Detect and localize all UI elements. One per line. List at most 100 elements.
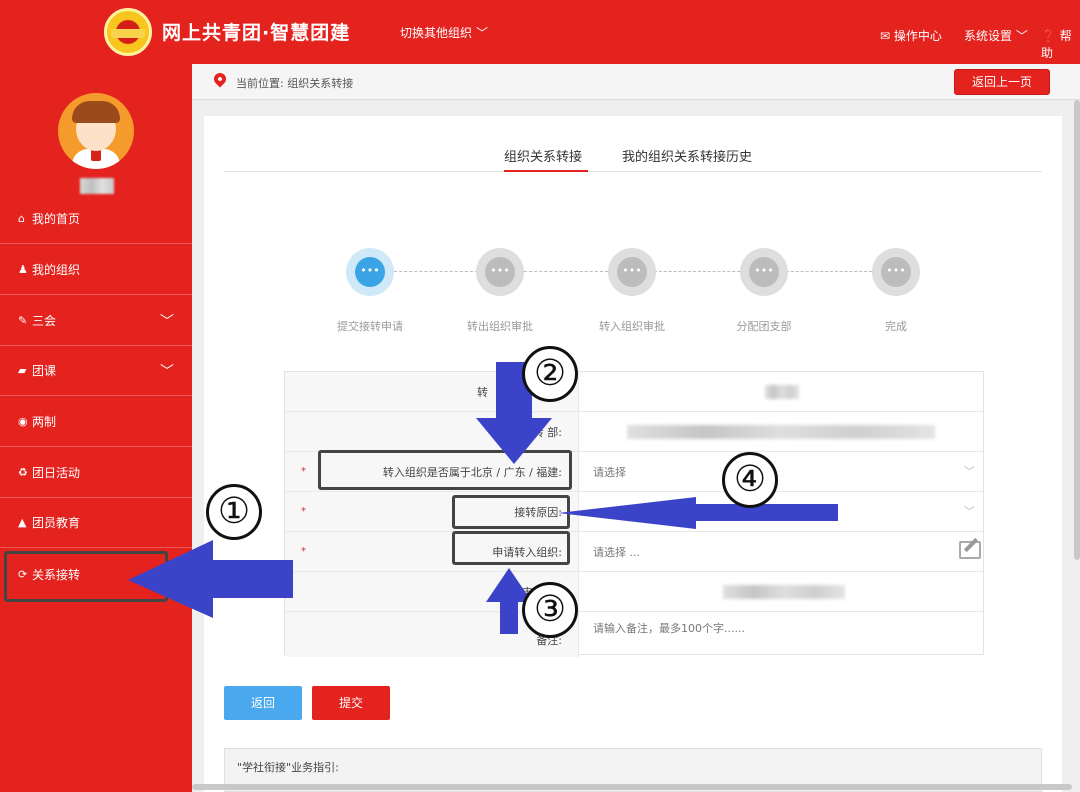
system-settings-dropdown[interactable]: 系统设置 ﹀ (964, 27, 1028, 44)
graduation-icon: ▲ (18, 516, 27, 529)
sidebar-item-sanhui[interactable]: ✎ 三会 ﹀ (0, 296, 192, 346)
horizontal-scrollbar[interactable] (192, 784, 1072, 790)
form-label: 转 (477, 386, 488, 399)
step-connector (394, 271, 478, 272)
sidebar-item-label: 三会 (32, 314, 57, 328)
chevron-down-icon: ﹀ (964, 465, 975, 478)
form-row-reason: * 接转原因: ﹀ (285, 492, 983, 532)
vertical-scrollbar[interactable] (1074, 100, 1080, 560)
chevron-down-icon: ﹀ (160, 364, 174, 380)
folder-icon: ▰ (18, 364, 27, 377)
blurred-value (765, 385, 799, 399)
chevron-down-icon: ﹀ (1015, 29, 1028, 43)
ellipsis-icon: ••• (881, 257, 911, 287)
submit-button[interactable]: 提交 (312, 686, 390, 720)
step-label: 完成 (885, 320, 907, 333)
chevron-down-icon: ﹀ (964, 505, 975, 518)
mail-icon: ✉ (880, 29, 891, 43)
form-row-name: 转 (285, 372, 983, 412)
sidebar-item-home[interactable]: ⌂ 我的首页 (0, 194, 192, 244)
home-icon: ⌂ (18, 212, 25, 225)
top-header: 网上共青团·智慧团建 切换其他组织 ﹀ ✉ 操作中心 系统设置 ﹀ ❓ 帮助 (0, 0, 1080, 64)
annotation-box-target-org (452, 531, 570, 565)
group-icon: ♟ (18, 263, 28, 276)
step-label: 提交接转申请 (337, 320, 403, 333)
help-link[interactable]: ❓ 帮助 (1041, 27, 1080, 61)
step-label: 分配团支部 (736, 320, 792, 333)
brand-title: 网上共青团·智慧团建 (162, 22, 351, 44)
form-label: 转 部: (532, 426, 562, 439)
avatar (58, 93, 134, 169)
ops-center-link[interactable]: ✉ 操作中心 (880, 27, 942, 44)
ellipsis-icon: ••• (355, 257, 385, 287)
annotation-number: ④ (722, 452, 778, 508)
annotation-box-region (318, 450, 572, 490)
username-blurred (80, 178, 114, 194)
circle-icon: ◉ (18, 415, 28, 428)
ellipsis-icon: ••• (617, 257, 647, 287)
step-connector (786, 271, 872, 272)
tab-bar: 组织关系转接 我的组织关系转接历史 (224, 140, 1042, 172)
step-label: 转入组织审批 (599, 320, 665, 333)
step-complete: ••• (872, 248, 920, 296)
sidebar: ⌂ 我的首页 ♟ 我的组织 ✎ 三会 ﹀ ▰ 团课 ﹀ ◉ 两制 ♻ 团日活动 ▲ 团员教育 … (0, 64, 192, 792)
ellipsis-icon: ••• (485, 257, 515, 287)
step-submit: ••• (346, 248, 394, 296)
annotation-box-transfer (4, 551, 168, 602)
step-label: 转出组织审批 (467, 320, 533, 333)
remark-textarea[interactable]: 请输入备注，最多100个字...... (593, 620, 745, 636)
edit-icon: ✎ (18, 314, 28, 327)
system-settings-label: 系统设置 (964, 29, 1013, 43)
location-pin-icon (211, 70, 229, 88)
step-out-approval: ••• (476, 248, 524, 296)
chevron-down-icon: ﹀ (160, 314, 174, 330)
form-row-apply-time: 申 时间: (285, 572, 983, 612)
sidebar-item-education[interactable]: ▲ 团员教育 (0, 498, 192, 548)
transfer-form: 转 转 部: * 转入组织是否属于北京 / 广东 / 福建: 请选择 ﹀ * 接转原… (284, 371, 984, 658)
form-row-target-org: * 申请转入组织: 请选择 ... (285, 532, 983, 572)
sidebar-item-label: 团日活动 (32, 466, 81, 480)
region-select[interactable]: 请选择 (593, 464, 626, 480)
sidebar-item-label: 两制 (32, 415, 57, 429)
sidebar-item-label: 团课 (32, 364, 57, 378)
ellipsis-icon: ••• (749, 257, 779, 287)
sidebar-item-liangzhi[interactable]: ◉ 两制 (0, 397, 192, 447)
tab-org-transfer[interactable]: 组织关系转接 (504, 146, 589, 172)
sidebar-item-label: 我的首页 (32, 212, 81, 226)
edit-icon[interactable] (959, 541, 981, 559)
step-connector (524, 271, 608, 272)
form-row-remark: 备注: 请输入备注，最多100个字...... (285, 612, 983, 658)
step-assign-branch: ••• (740, 248, 788, 296)
sidebar-item-tuanri[interactable]: ♻ 团日活动 (0, 448, 192, 498)
back-to-previous-button[interactable]: 返回上一页 (954, 69, 1050, 95)
tab-transfer-history[interactable]: 我的组织关系转接历史 (622, 146, 752, 165)
chevron-down-icon: ﹀ (476, 26, 489, 40)
recycle-icon: ♻ (18, 466, 28, 479)
switch-org-label: 切换其他组织 (400, 26, 473, 40)
form-row-branch: 转 部: (285, 412, 983, 452)
target-org-select[interactable]: 请选择 ... (593, 544, 640, 560)
required-mark: * (301, 466, 306, 477)
switch-org-dropdown[interactable]: 切换其他组织 ﹀ (400, 24, 488, 41)
sidebar-item-my-org[interactable]: ♟ 我的组织 (0, 245, 192, 295)
blurred-value (627, 425, 935, 439)
breadcrumb-text: 当前位置: 组织关系转接 (236, 77, 354, 90)
guide-title: "学社衔接"业务指引: (237, 761, 339, 774)
required-mark: * (301, 546, 306, 557)
back-button[interactable]: 返回 (224, 686, 302, 720)
sidebar-item-tuanke[interactable]: ▰ 团课 ﹀ (0, 346, 192, 396)
sidebar-item-label: 我的组织 (32, 263, 81, 277)
ops-center-label: 操作中心 (893, 29, 942, 43)
annotation-number: ③ (522, 582, 578, 638)
step-in-approval: ••• (608, 248, 656, 296)
blurred-value (723, 585, 845, 599)
annotation-number: ② (522, 346, 578, 402)
step-connector (654, 271, 740, 272)
required-mark: * (301, 506, 306, 517)
annotation-number: ① (206, 484, 262, 540)
question-icon: ❓ (1041, 29, 1056, 43)
breadcrumb: 当前位置: 组织关系转接 返回上一页 (192, 64, 1080, 100)
annotation-box-reason (452, 495, 570, 529)
sidebar-item-label: 团员教育 (32, 516, 81, 530)
youth-league-logo-icon (104, 8, 152, 56)
